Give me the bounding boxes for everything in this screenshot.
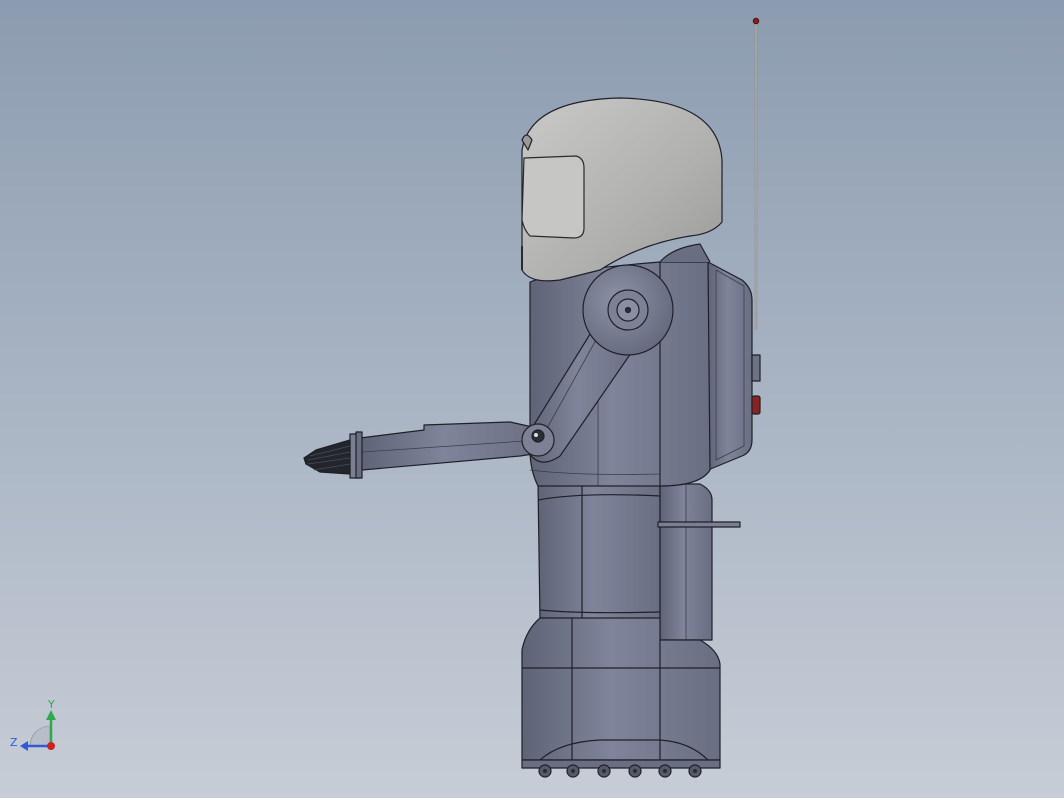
3d-viewport[interactable]: [0, 0, 1064, 798]
waist-rod: [657, 521, 741, 528]
gripper[interactable]: [303, 431, 363, 479]
x-axis-dot: [47, 742, 55, 750]
backpack[interactable]: [707, 261, 761, 471]
y-axis-label: Y: [47, 698, 55, 711]
axis-triad: Y Z: [10, 698, 56, 751]
antenna-tip: [752, 17, 760, 25]
forearm[interactable]: [359, 421, 555, 471]
shoulder-joint[interactable]: [582, 264, 674, 356]
robot-model[interactable]: [303, 17, 761, 778]
lower-body[interactable]: [537, 483, 741, 641]
visor: [521, 155, 585, 239]
backpack-button-red[interactable]: [751, 395, 761, 415]
backpack-switch[interactable]: [751, 354, 761, 382]
antenna[interactable]: [752, 17, 760, 330]
foot[interactable]: [521, 617, 721, 769]
triad-base-icon: [29, 725, 51, 747]
z-axis-label: Z: [10, 736, 18, 749]
